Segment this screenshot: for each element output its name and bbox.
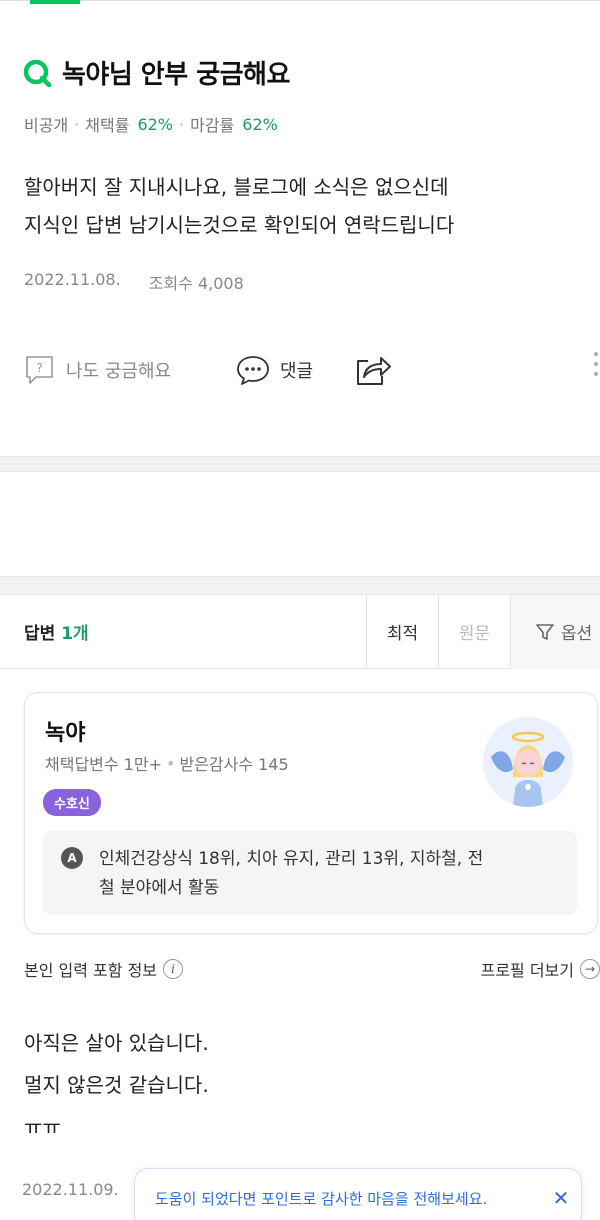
question-date-row: 2022.11.08. 조회수 4,008 <box>24 270 244 294</box>
activity-field-box: A 인체건강상식 18위, 치아 유지, 관리 13위, 지하철, 전 철 분야… <box>43 831 577 915</box>
answer-line: 멀지 않은것 같습니다. <box>24 1073 209 1097</box>
question-body: 할아버지 잘 지내시나요, 블로그에 소식은 없으신데 지식인 답변 남기시는것… <box>24 168 584 244</box>
question-actions: ? 나도 궁금해요 댓글 <box>24 350 600 390</box>
answers-title: 답변 1개 <box>24 619 366 644</box>
visibility-label: 비공개 <box>24 116 69 135</box>
curious-label: 나도 궁금해요 <box>66 361 172 382</box>
answer-date: 2022.11.09. <box>22 1180 119 1199</box>
profile-more-link[interactable]: 프로필 더보기 → <box>481 957 600 981</box>
answer-line: ㅠㅠ <box>24 1115 61 1139</box>
adopted-count: 채택답변수 1만+ <box>45 755 162 774</box>
sort-best-button[interactable]: 최적 <box>366 594 438 669</box>
self-input-label: 본인 입력 포함 정보 <box>24 961 158 980</box>
view-count: 조회수 4,008 <box>148 274 244 293</box>
section-divider <box>0 576 600 595</box>
rank-badge: 수호신 <box>43 789 101 816</box>
top-border <box>0 0 600 6</box>
question-bubble-icon: ? <box>26 356 53 384</box>
answerer-stats: 채택답변수 1만+ • 받은감사수 145 <box>45 751 289 775</box>
answers-count: 1개 <box>61 624 89 644</box>
answerer-name[interactable]: 녹야 <box>45 715 85 747</box>
top-accent-bar <box>30 0 80 4</box>
comment-button[interactable]: 댓글 <box>236 354 354 386</box>
arrow-right-icon: → <box>580 959 600 979</box>
adopt-rate-label: 채택률 <box>85 116 130 135</box>
question-date: 2022.11.08. <box>24 270 121 289</box>
svg-text:?: ? <box>36 361 42 375</box>
close-rate-label: 마감률 <box>190 116 235 135</box>
thanks-count: 받은감사수 145 <box>179 755 289 774</box>
more-options-icon[interactable] <box>594 352 600 376</box>
sort-original-button[interactable]: 원문 <box>438 594 510 669</box>
adopt-rate-value: 62% <box>137 114 173 134</box>
question-meta: 비공개 · 채택률 62% · 마감률 62% <box>24 112 278 136</box>
question-title: 녹야님 안부 궁금해요 <box>62 60 290 90</box>
question-body-line: 할아버지 잘 지내시나요, 블로그에 소식은 없으신데 <box>24 175 449 199</box>
question-title-row: 녹야님 안부 궁금해요 <box>22 54 290 91</box>
answerer-profile-card[interactable]: 녹야 채택답변수 1만+ • 받은감사수 145 수호신 A 인체건강상식 18… <box>24 692 598 934</box>
thanks-toast[interactable]: 도움이 되었다면 포인트로 감사한 마음을 전해보세요. ✕ <box>134 1168 582 1220</box>
info-icon[interactable]: i <box>163 959 184 979</box>
profile-more-label: 프로필 더보기 <box>480 961 574 980</box>
activity-line: 철 분야에서 활동 <box>99 878 220 898</box>
stats-separator: • <box>166 753 176 773</box>
filter-icon <box>536 623 554 640</box>
comment-label: 댓글 <box>280 361 314 382</box>
answer-line: 아직은 살아 있습니다. <box>24 1031 209 1055</box>
answer-body: 아직은 살아 있습니다. 멀지 않은것 같습니다. ㅠㅠ <box>24 1022 209 1148</box>
profile-info-row: 본인 입력 포함 정보 i 프로필 더보기 → <box>24 956 600 982</box>
self-input-info[interactable]: 본인 입력 포함 정보 i <box>24 957 184 981</box>
question-q-icon <box>22 58 52 88</box>
blank-ad-area <box>0 472 600 576</box>
activity-a-icon: A <box>61 847 83 869</box>
options-label: 옵션 <box>561 624 593 644</box>
meta-separator: · <box>179 114 185 134</box>
answers-header: 답변 1개 최적 원문 옵션 <box>0 594 600 669</box>
toast-message[interactable]: 도움이 되었다면 포인트로 감사한 마음을 전해보세요. <box>155 1188 541 1209</box>
close-rate-value: 62% <box>242 114 278 134</box>
curious-button[interactable]: ? 나도 궁금해요 <box>24 354 236 386</box>
comment-icon <box>237 356 269 385</box>
options-button[interactable]: 옵션 <box>510 594 600 669</box>
avatar[interactable] <box>483 717 573 807</box>
answers-title-text: 답변 <box>24 624 56 644</box>
section-divider <box>0 456 600 472</box>
meta-separator: · <box>74 114 80 134</box>
share-icon <box>357 357 391 385</box>
share-button[interactable] <box>354 353 392 387</box>
activity-line: 인체건강상식 18위, 치아 유지, 관리 13위, 지하철, 전 <box>99 849 484 869</box>
close-icon[interactable]: ✕ <box>541 1186 581 1210</box>
question-body-line: 지식인 답변 남기시는것으로 확인되어 연락드립니다 <box>24 213 455 237</box>
